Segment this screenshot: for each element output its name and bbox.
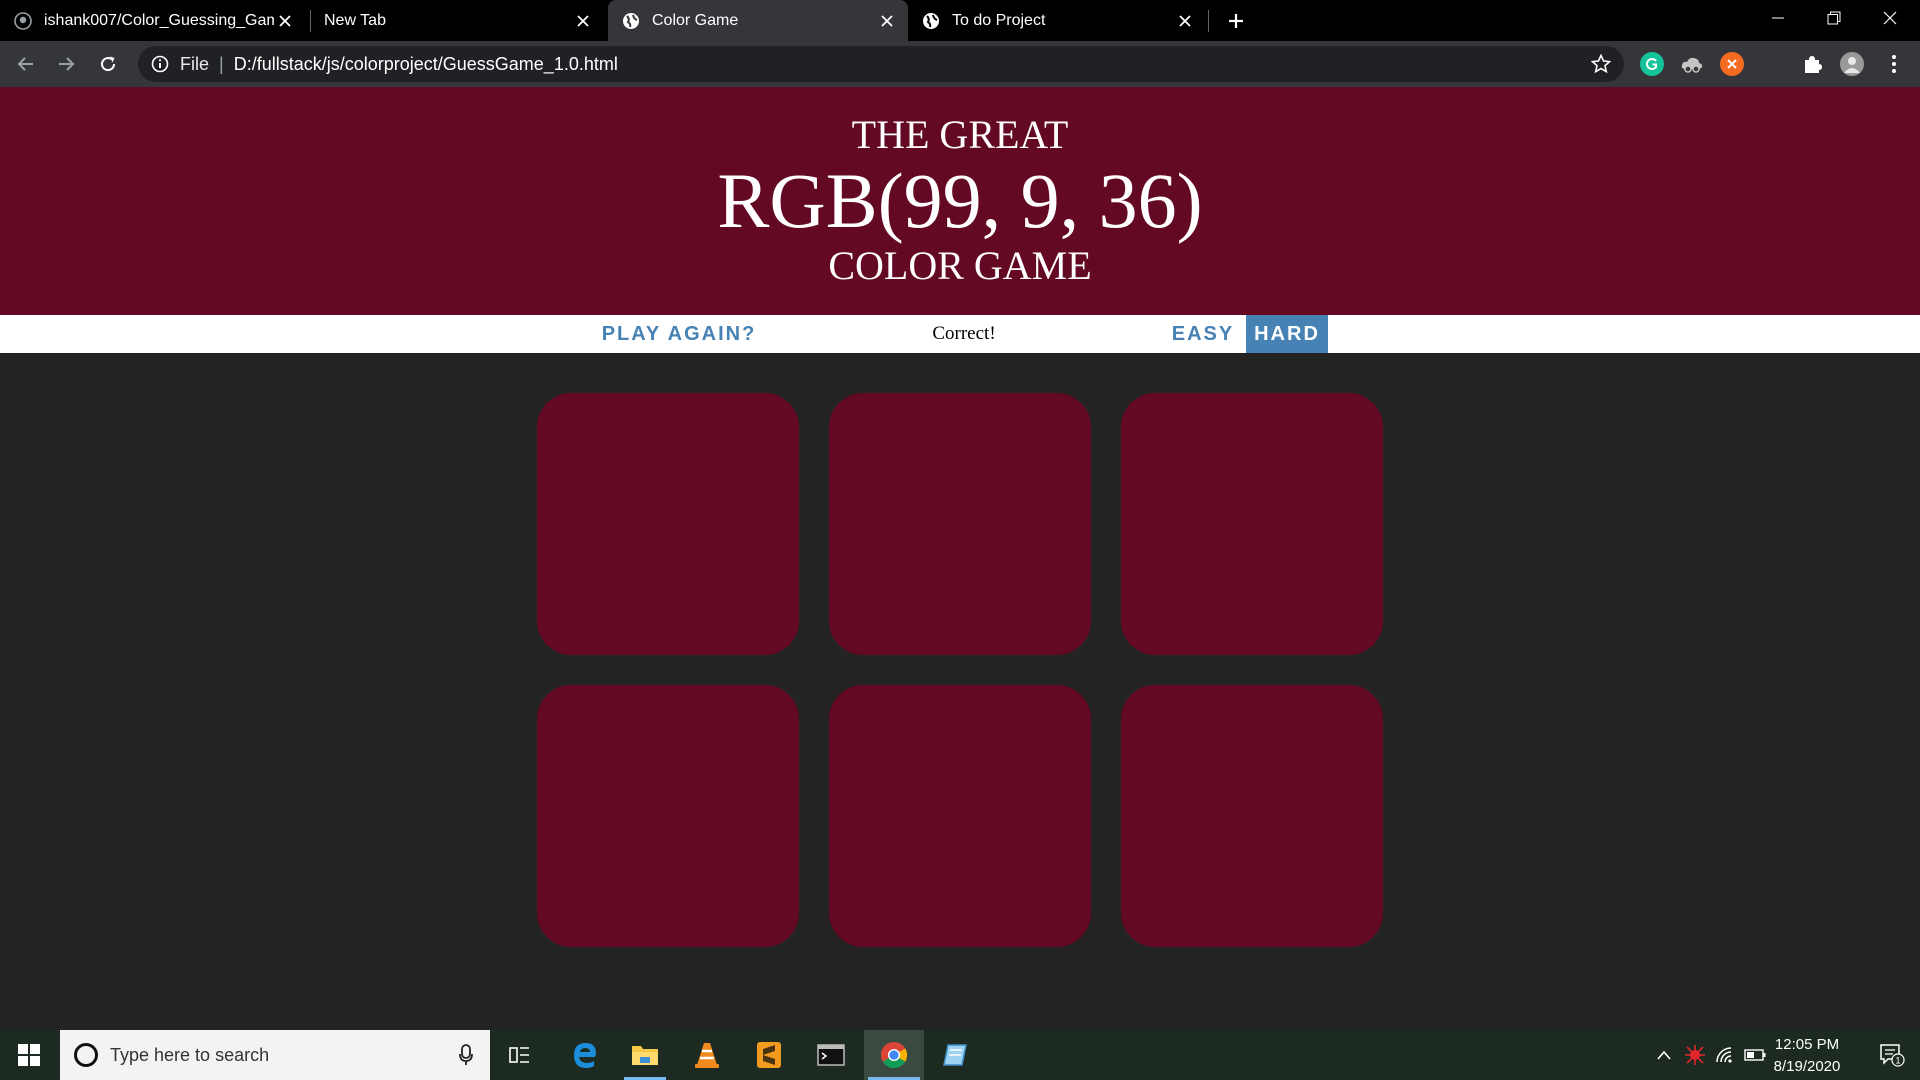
hard-mode-button[interactable]: HARD bbox=[1246, 315, 1328, 353]
notification-center-icon[interactable]: 1 bbox=[1878, 1042, 1906, 1068]
tab-todo-project[interactable]: To do Project bbox=[908, 0, 1206, 41]
taskbar-search-box[interactable]: Type here to search bbox=[60, 1030, 490, 1080]
close-icon[interactable] bbox=[1174, 10, 1196, 32]
tab-separator bbox=[1208, 10, 1209, 32]
url-scheme: File bbox=[180, 53, 210, 74]
divider: | bbox=[219, 53, 224, 74]
result-message: Correct! bbox=[932, 323, 996, 344]
file-explorer-icon[interactable] bbox=[620, 1030, 670, 1080]
clock-date: 8/19/2020 bbox=[1773, 1058, 1841, 1075]
tray-red-icon[interactable] bbox=[1682, 1030, 1708, 1080]
clock-time: 12:05 PM bbox=[1774, 1036, 1840, 1053]
forward-icon[interactable] bbox=[50, 48, 82, 80]
sublime-text-icon[interactable] bbox=[744, 1030, 794, 1080]
tab-separator bbox=[310, 10, 311, 32]
color-square[interactable] bbox=[537, 685, 799, 947]
back-icon[interactable] bbox=[10, 48, 42, 80]
tab-new-tab[interactable]: New Tab bbox=[312, 0, 604, 41]
vlc-icon[interactable] bbox=[682, 1030, 732, 1080]
close-window-icon[interactable] bbox=[1862, 0, 1918, 36]
close-icon[interactable] bbox=[572, 10, 594, 32]
new-tab-button[interactable] bbox=[1222, 7, 1250, 35]
tab-title: New Tab bbox=[324, 11, 386, 29]
extension-cloud-icon[interactable] bbox=[1680, 52, 1704, 76]
color-square[interactable] bbox=[1121, 685, 1383, 947]
globe-icon bbox=[922, 12, 940, 30]
close-icon[interactable] bbox=[876, 10, 898, 32]
windows-start-icon[interactable] bbox=[0, 1030, 58, 1080]
puzzle-icon[interactable] bbox=[1800, 52, 1824, 76]
system-clock[interactable]: 12:05 PM 8/19/2020 bbox=[1762, 1034, 1852, 1078]
color-square[interactable] bbox=[829, 685, 1091, 947]
terminal-icon[interactable] bbox=[806, 1030, 856, 1080]
task-view-icon[interactable] bbox=[498, 1030, 542, 1080]
search-placeholder: Type here to search bbox=[110, 1044, 270, 1065]
grammarly-icon[interactable] bbox=[1640, 52, 1664, 76]
header-title-bottom: COLOR GAME bbox=[828, 243, 1092, 288]
app-blue-icon[interactable] bbox=[930, 1030, 980, 1080]
address-bar[interactable]: File | D:/fullstack/js/colorproject/Gues… bbox=[138, 46, 1624, 82]
restore-icon[interactable] bbox=[1806, 0, 1862, 36]
tab-title: Color Game bbox=[652, 11, 739, 29]
control-stripe: PLAY AGAIN? Correct! EASY HARD bbox=[0, 315, 1920, 353]
tab-github[interactable]: ishank007/Color_Guessing_Game bbox=[0, 0, 306, 41]
windows-taskbar: Type here to search 12:05 PM 8/19/2020 1 bbox=[0, 1030, 1920, 1080]
github-icon bbox=[14, 11, 32, 30]
minimize-icon[interactable] bbox=[1750, 0, 1806, 36]
color-display: RGB(99, 9, 36) bbox=[717, 157, 1203, 244]
tab-title: ishank007/Color_Guessing_Game bbox=[44, 11, 274, 29]
bookmark-star-icon[interactable] bbox=[1590, 53, 1612, 75]
play-again-button[interactable]: PLAY AGAIN? bbox=[588, 315, 770, 353]
notification-count: 1 bbox=[1895, 1056, 1900, 1066]
url-text[interactable]: D:/fullstack/js/colorproject/GuessGame_1… bbox=[234, 54, 618, 75]
info-icon[interactable] bbox=[150, 54, 170, 74]
chrome-icon[interactable] bbox=[864, 1030, 924, 1080]
wifi-icon[interactable] bbox=[1712, 1030, 1738, 1080]
header-title-top: THE GREAT bbox=[851, 112, 1069, 157]
tab-title: To do Project bbox=[952, 11, 1046, 29]
color-square[interactable] bbox=[537, 393, 799, 655]
microphone-icon[interactable] bbox=[456, 1044, 476, 1066]
tab-color-game[interactable]: Color Game bbox=[608, 0, 908, 41]
menu-kebab-icon[interactable] bbox=[1882, 52, 1906, 76]
close-icon[interactable] bbox=[274, 10, 296, 32]
color-game-page: THE GREAT RGB(99, 9, 36) COLOR GAME PLAY… bbox=[0, 87, 1920, 1030]
edge-icon[interactable] bbox=[560, 1030, 610, 1080]
game-header: THE GREAT RGB(99, 9, 36) COLOR GAME bbox=[0, 87, 1920, 315]
browser-tab-bar: ishank007/Color_Guessing_Game New Tab Co… bbox=[0, 0, 1920, 41]
extension-orange-icon[interactable] bbox=[1720, 52, 1744, 76]
profile-avatar[interactable] bbox=[1840, 52, 1864, 76]
browser-toolbar: File | D:/fullstack/js/colorproject/Gues… bbox=[0, 41, 1920, 87]
easy-mode-button[interactable]: EASY bbox=[1160, 315, 1246, 353]
color-square[interactable] bbox=[829, 393, 1091, 655]
chevron-up-icon[interactable] bbox=[1652, 1030, 1676, 1080]
globe-icon bbox=[622, 12, 640, 30]
color-square[interactable] bbox=[1121, 393, 1383, 655]
reload-icon[interactable] bbox=[92, 48, 124, 80]
cortana-icon bbox=[74, 1043, 98, 1067]
